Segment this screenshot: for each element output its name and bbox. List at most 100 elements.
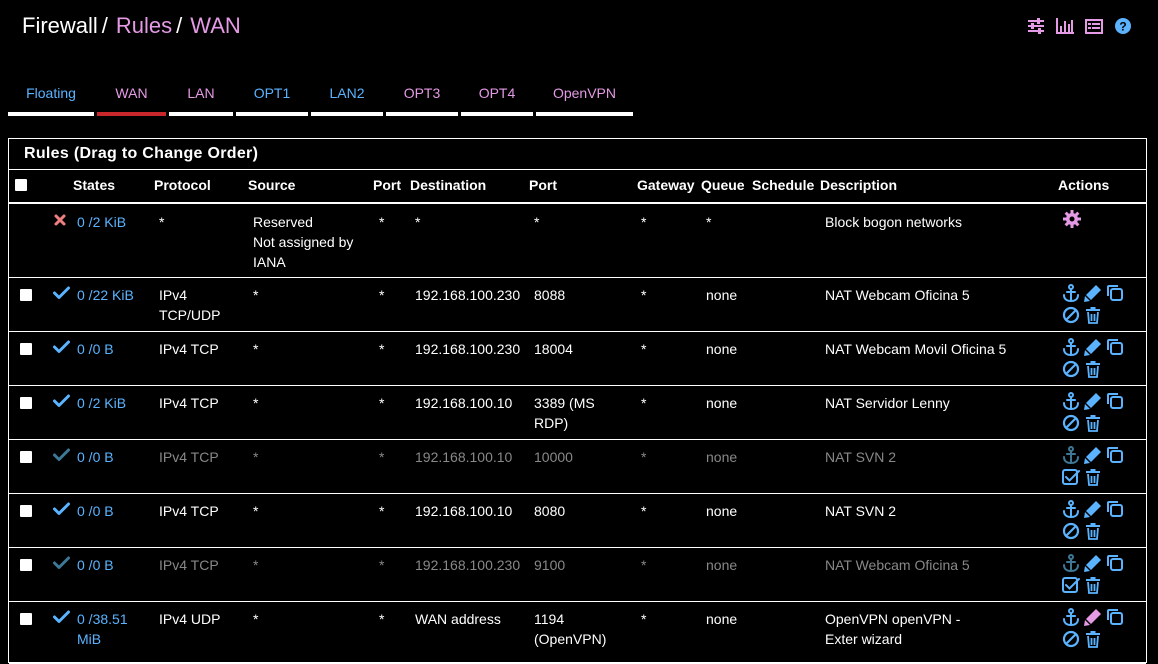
table-row[interactable]: 0 /2 KiB * Reserved Not assigned by IANA * * * *…: [9, 204, 1146, 278]
anchor-icon[interactable]: [1061, 283, 1081, 303]
edit-pencil-icon[interactable]: [1083, 391, 1103, 411]
trash-icon[interactable]: [1083, 629, 1103, 649]
col-states[interactable]: States: [73, 177, 115, 193]
pass-icon[interactable]: [53, 501, 70, 521]
tab-lan[interactable]: LAN: [169, 84, 233, 116]
queue-cell: none: [706, 395, 738, 411]
table-row[interactable]: 0 /0 B IPv4 TCP * * 192.168.100.230 9100 * none…: [9, 547, 1146, 602]
gateway-cell: *: [641, 287, 647, 303]
tab-opt3[interactable]: OPT3: [386, 84, 458, 116]
trash-icon[interactable]: [1083, 359, 1103, 379]
anchor-icon[interactable]: [1061, 337, 1081, 357]
states-link[interactable]: 0 /0 B: [77, 501, 114, 521]
gateway-cell: *: [641, 395, 647, 411]
tab-openvpn[interactable]: OpenVPN: [536, 84, 633, 116]
anchor-icon[interactable]: [1061, 607, 1081, 627]
breadcrumb-rules[interactable]: Rules: [116, 13, 172, 38]
gateway-cell: *: [641, 214, 647, 230]
anchor-icon[interactable]: [1061, 391, 1081, 411]
block-icon[interactable]: [53, 212, 67, 232]
trash-icon[interactable]: [1083, 413, 1103, 433]
table-row[interactable]: 0 /38.51 MiB IPv4 UDP * * WAN address 1194 (Ope…: [9, 601, 1146, 664]
row-checkbox[interactable]: [20, 559, 32, 571]
col-source-port[interactable]: Port: [373, 177, 401, 193]
copy-icon[interactable]: [1105, 553, 1125, 573]
pass-icon[interactable]: [53, 447, 70, 467]
copy-icon[interactable]: [1105, 499, 1125, 519]
row-checkbox[interactable]: [20, 289, 32, 301]
edit-pencil-icon[interactable]: [1083, 283, 1103, 303]
disable-ban-icon[interactable]: [1061, 413, 1081, 433]
trash-icon[interactable]: [1083, 467, 1103, 487]
table-row[interactable]: 0 /22 KiB IPv4 TCP/UDP * * 192.168.100.230 808…: [9, 277, 1146, 332]
table-row[interactable]: 0 /2 KiB IPv4 TCP * * 192.168.100.10 3389 (MS…: [9, 385, 1146, 440]
states-link[interactable]: 0 /2 KiB: [77, 393, 126, 413]
col-source[interactable]: Source: [248, 177, 295, 193]
tab-opt4[interactable]: OPT4: [461, 84, 533, 116]
col-queue[interactable]: Queue: [701, 177, 745, 193]
table-row[interactable]: 0 /0 B IPv4 TCP * * 192.168.100.10 10000 * none…: [9, 439, 1146, 494]
edit-pencil-icon[interactable]: [1083, 445, 1103, 465]
states-link[interactable]: 0 /22 KiB: [77, 285, 134, 305]
col-destination[interactable]: Destination: [410, 177, 486, 193]
states-link[interactable]: 0 /38.51 MiB: [77, 609, 128, 649]
row-checkbox[interactable]: [20, 505, 32, 517]
disable-ban-icon[interactable]: [1061, 305, 1081, 325]
table-row[interactable]: 0 /0 B IPv4 TCP * * 192.168.100.230 18004 * non…: [9, 331, 1146, 386]
list-icon[interactable]: [1084, 16, 1104, 36]
trash-icon[interactable]: [1083, 521, 1103, 541]
col-schedule[interactable]: Schedule: [752, 177, 814, 193]
col-gateway[interactable]: Gateway: [637, 177, 695, 193]
col-dest-port[interactable]: Port: [529, 177, 557, 193]
trash-icon[interactable]: [1083, 305, 1103, 325]
states-link[interactable]: 0 /0 B: [77, 339, 114, 359]
table-row[interactable]: 0 /0 B IPv4 TCP * * 192.168.100.10 8080 * none N…: [9, 493, 1146, 548]
sliders-icon[interactable]: [1026, 16, 1046, 36]
enable-checkbox-icon[interactable]: [1061, 575, 1081, 595]
row-actions: [1061, 607, 1143, 649]
edit-pencil-icon[interactable]: [1083, 553, 1103, 573]
enable-checkbox-icon[interactable]: [1061, 467, 1081, 487]
row-checkbox[interactable]: [20, 613, 32, 625]
states-link[interactable]: 0 /2 KiB: [77, 212, 126, 232]
tab-lan2[interactable]: LAN2: [311, 84, 383, 116]
copy-icon[interactable]: [1105, 283, 1125, 303]
anchor-icon[interactable]: [1061, 499, 1081, 519]
edit-pencil-icon[interactable]: [1083, 607, 1103, 627]
states-link[interactable]: 0 /0 B: [77, 555, 114, 575]
copy-icon[interactable]: [1105, 391, 1125, 411]
edit-pencil-icon[interactable]: [1083, 337, 1103, 357]
row-checkbox[interactable]: [20, 343, 32, 355]
bar-chart-icon[interactable]: [1055, 16, 1075, 36]
anchor-icon[interactable]: [1061, 553, 1081, 573]
disable-ban-icon[interactable]: [1061, 629, 1081, 649]
protocol-cell: IPv4 TCP/UDP: [159, 287, 221, 323]
edit-pencil-icon[interactable]: [1083, 499, 1103, 519]
pass-icon[interactable]: [53, 339, 70, 359]
anchor-icon[interactable]: [1061, 445, 1081, 465]
tab-opt1[interactable]: OPT1: [236, 84, 308, 116]
help-icon[interactable]: ?: [1113, 16, 1133, 36]
trash-icon[interactable]: [1083, 575, 1103, 595]
select-all-checkbox[interactable]: [15, 179, 27, 191]
states-link[interactable]: 0 /0 B: [77, 447, 114, 467]
breadcrumb-wan[interactable]: WAN: [190, 13, 241, 38]
col-description[interactable]: Description: [820, 177, 897, 193]
tab-wan[interactable]: WAN: [97, 84, 166, 116]
row-checkbox[interactable]: [20, 451, 32, 463]
pass-icon[interactable]: [53, 609, 70, 629]
col-protocol[interactable]: Protocol: [154, 177, 211, 193]
copy-icon[interactable]: [1105, 337, 1125, 357]
copy-icon[interactable]: [1105, 607, 1125, 627]
source-port-cell: *: [379, 214, 385, 230]
settings-gear-icon[interactable]: [1062, 209, 1082, 229]
disable-ban-icon[interactable]: [1061, 359, 1081, 379]
tab-floating[interactable]: Floating: [8, 84, 94, 116]
row-checkbox[interactable]: [20, 397, 32, 409]
queue-cell: none: [706, 503, 738, 519]
pass-icon[interactable]: [53, 555, 70, 575]
pass-icon[interactable]: [53, 393, 70, 413]
disable-ban-icon[interactable]: [1061, 521, 1081, 541]
copy-icon[interactable]: [1105, 445, 1125, 465]
pass-icon[interactable]: [53, 285, 70, 305]
